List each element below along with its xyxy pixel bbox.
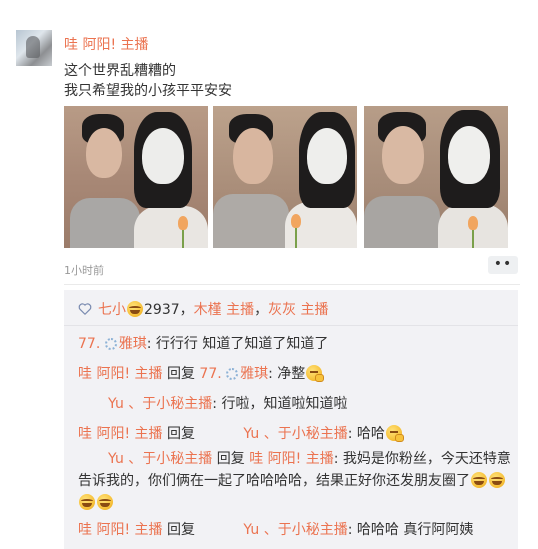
separator: ， <box>179 302 194 318</box>
laugh-emoji <box>489 472 505 488</box>
like-count: 2937 <box>144 302 180 318</box>
reply-label: 回复 <box>212 451 250 467</box>
commenter-name[interactable]: Yu 、于小秘主播 <box>108 396 212 412</box>
post-timestamp: 1小时前 <box>64 264 104 277</box>
comment-item: 哇 阿阳! 主播 回复 Yu 、于小秘主播: 哈哈哈 真行阿阿姨 <box>78 519 473 539</box>
commenter-name[interactable]: 哇 阿阳! 主播 <box>78 522 163 538</box>
thinking-emoji <box>385 425 404 442</box>
post-photo-1[interactable] <box>64 106 208 248</box>
laugh-emoji <box>97 494 113 510</box>
commenter-name[interactable]: 哇 阿阳! 主播 <box>78 426 163 442</box>
post-text-line-1: 这个世界乱糟糟的 <box>64 63 176 79</box>
gear-icon <box>226 368 239 380</box>
like-user-1[interactable]: 七小 <box>98 302 126 318</box>
reply-target-name[interactable]: Yu 、于小秘主播 <box>243 522 347 538</box>
more-options-button[interactable]: •• <box>488 256 518 274</box>
reply-label: 回复 <box>162 426 200 442</box>
comment-item: 哇 阿阳! 主播 回复 Yu 、于小秘主播: 哈哈 <box>78 423 404 443</box>
comment-text: : 哈哈哈 真行阿阿姨 <box>347 522 474 538</box>
post-photo-2[interactable] <box>213 106 357 248</box>
reply-label: 回复 <box>162 366 200 382</box>
comment-item: Yu 、于小秘主播 回复 哇 阿阳! 主播: 我妈是你粉丝，今天还特意告诉我的，… <box>78 448 516 514</box>
laugh-emoji <box>79 494 95 510</box>
reply-target-name[interactable]: 哇 阿阳! 主播 <box>249 451 334 467</box>
likes-row: 七小 2937，木槿 主播，灰灰 主播 <box>78 299 329 319</box>
post-author-name[interactable]: 哇 阿阳! 主播 <box>64 34 149 54</box>
separator: ， <box>254 302 269 318</box>
gear-icon <box>104 338 117 350</box>
like-user-2[interactable]: 木槿 主播 <box>194 302 254 318</box>
avatar[interactable] <box>16 30 52 66</box>
post-photo-3[interactable] <box>364 106 508 248</box>
comment-item: 哇 阿阳! 主播 回复 77. 雅琪: 净整 <box>78 363 325 383</box>
comment-item: Yu 、于小秘主播: 行啦，知道啦知道啦 <box>108 393 347 413</box>
comment-text: : 行啦，知道啦知道啦 <box>212 396 348 412</box>
commenter-name[interactable]: 77. <box>78 336 100 352</box>
post-text-line-2: 我只希望我的小孩平平安安 <box>64 83 232 99</box>
commenter-name[interactable]: 哇 阿阳! 主播 <box>78 366 163 382</box>
divider <box>64 284 520 285</box>
laugh-emoji <box>471 472 487 488</box>
comment-item: 77. 雅琪: 行行行 知道了知道了知道了 <box>78 333 328 353</box>
reply-label: 回复 <box>162 522 200 538</box>
thinking-emoji <box>306 365 325 382</box>
reply-target-name[interactable]: 77. <box>199 366 221 382</box>
commenter-name[interactable]: 雅琪 <box>119 336 147 352</box>
commenter-name[interactable]: Yu 、于小秘主播 <box>108 451 212 467</box>
reply-target-name[interactable]: Yu 、于小秘主播 <box>243 426 347 442</box>
comment-text: : 行行行 知道了知道了知道了 <box>146 336 329 352</box>
reply-target-name[interactable]: 雅琪 <box>240 366 268 382</box>
comment-text: : 哈哈 <box>347 426 385 442</box>
like-user-3[interactable]: 灰灰 主播 <box>268 302 328 318</box>
likes-divider <box>64 325 518 326</box>
heart-icon[interactable] <box>78 302 92 316</box>
comment-text: : 净整 <box>268 366 306 382</box>
laugh-emoji <box>127 301 143 317</box>
